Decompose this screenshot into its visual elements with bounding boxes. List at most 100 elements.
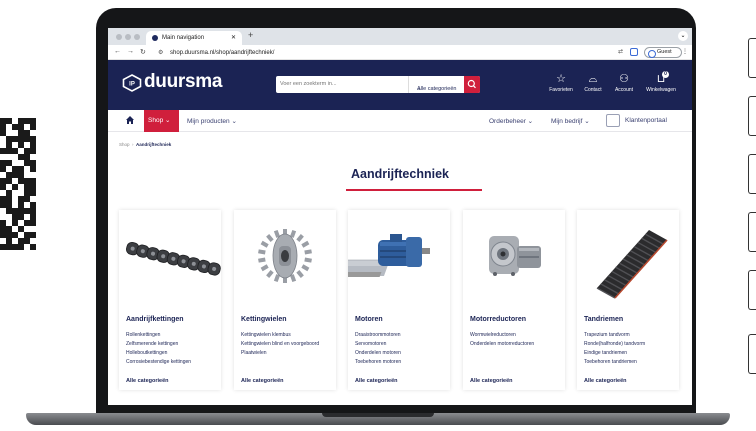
category-title[interactable]: Aandrijfkettingen	[126, 316, 184, 323]
search-input[interactable]	[280, 78, 400, 90]
tab-strip: Main navigation ✕ + ⌄	[108, 28, 692, 45]
url-text: shop.duursma.nl/shop/aandrijftechniek/	[170, 50, 275, 56]
stage: Main navigation ✕ + ⌄ ← → ↻ ⚙ shop.duursm…	[0, 0, 756, 431]
category-title[interactable]: Tandriemen	[584, 316, 623, 323]
new-tab-icon[interactable]: +	[248, 30, 253, 40]
site-info-icon[interactable]: ⚙	[158, 48, 164, 58]
category-link[interactable]: Toebehoren tandriemen	[584, 358, 676, 367]
category-link[interactable]: Servomotoren	[355, 340, 447, 349]
my-company-link[interactable]: Mijn bedrijf ⌄	[551, 117, 590, 125]
category-link[interactable]: Plaatwielen	[241, 349, 333, 358]
laptop-notch	[322, 413, 434, 417]
category-link[interactable]: Corrosiebestendige kettingen	[126, 358, 218, 367]
all-categories-link[interactable]: Alle categorieën	[584, 378, 627, 384]
cart-count-badge: 0	[662, 71, 669, 78]
logo-text[interactable]: duursma	[144, 71, 222, 93]
contact-button[interactable]: ⌓ Contact	[582, 73, 604, 93]
close-tab-icon[interactable]: ✕	[231, 34, 236, 41]
sprocket-image	[258, 229, 312, 283]
extension-icon[interactable]	[630, 47, 638, 56]
customer-portal-link[interactable]: Klantenportaal	[625, 117, 667, 124]
menu-icon[interactable]: ⋮	[682, 48, 688, 55]
category-title[interactable]: Motoren	[355, 316, 383, 323]
category-link[interactable]: Holleboutkettingen	[126, 349, 218, 358]
category-link[interactable]: Onderdelen motorreductoren	[470, 340, 562, 349]
cart-icon: ⊔ 0	[642, 71, 680, 85]
shop-label: Shop	[148, 117, 164, 124]
breadcrumb-current: Aandrijftechniek	[136, 142, 172, 147]
category-link[interactable]: Draaistroommotoren	[355, 331, 447, 340]
category-card-motoren[interactable]: Motoren Draaistroommotoren Servomotoren …	[348, 210, 450, 390]
all-categories-link[interactable]: Alle categorieën	[126, 378, 169, 384]
all-categories-link[interactable]: Alle categorieën	[470, 378, 513, 384]
portal-icon[interactable]	[606, 114, 620, 127]
my-products-link[interactable]: Mijn producten ⌄	[187, 117, 237, 125]
category-link[interactable]: Rollenkettingen	[126, 331, 218, 340]
search-category-select[interactable]: Alle categorieën ⌄	[408, 76, 462, 93]
side-box	[748, 334, 756, 374]
headset-icon: ⌓	[588, 73, 598, 85]
forward-icon[interactable]: →	[127, 48, 134, 55]
category-link[interactable]: Kettingwielen blind en voorgeboord	[241, 340, 333, 349]
svg-text:IP: IP	[129, 82, 135, 88]
contact-label: Contact	[584, 87, 602, 93]
my-company-label: Mijn bedrijf	[551, 118, 583, 125]
category-card-motorreductoren[interactable]: Motorreductoren Wormwielreductoren Onder…	[463, 210, 565, 390]
url-field[interactable]: ⚙ shop.duursma.nl/shop/aandrijftechniek/	[158, 48, 598, 58]
category-link[interactable]: Trapezium tandvorm	[584, 331, 676, 340]
search-category-label: Alle categorieën	[417, 86, 457, 92]
logo-icon[interactable]: IP	[122, 74, 142, 92]
title-underline	[346, 189, 482, 191]
cart-button[interactable]: ⊔ 0 Winkelwagen	[642, 71, 680, 93]
window-minimize-dot[interactable]	[125, 34, 131, 40]
shop-menu-button[interactable]: Shop ⌄	[144, 110, 179, 132]
category-title[interactable]: Kettingwielen	[241, 316, 287, 323]
category-card-tandriemen[interactable]: Tandriemen Trapezium tandvorm Ronde(half…	[577, 210, 679, 390]
order-management-label: Orderbeheer	[489, 118, 526, 125]
profile-button[interactable]: Guest	[644, 47, 682, 58]
account-label: Account	[614, 87, 634, 93]
category-title[interactable]: Motorreductoren	[470, 316, 526, 323]
account-button[interactable]: ⚇ Account	[612, 73, 636, 93]
qr-code	[0, 118, 36, 252]
order-management-link[interactable]: Orderbeheer ⌄	[489, 117, 533, 125]
tab-title: Main navigation	[162, 34, 205, 41]
breadcrumb: Shop › Aandrijftechniek	[119, 142, 172, 147]
cart-label: Winkelwagen	[646, 87, 676, 93]
category-link[interactable]: Onderdelen motoren	[355, 349, 447, 358]
breadcrumb-home[interactable]: Shop	[119, 142, 130, 147]
browser-tab[interactable]: Main navigation ✕	[146, 31, 242, 45]
home-icon[interactable]	[125, 115, 135, 125]
motor-image	[348, 234, 430, 277]
window-close-dot[interactable]	[116, 34, 122, 40]
favicon-icon	[152, 35, 158, 41]
search-button[interactable]	[464, 76, 480, 93]
all-categories-link[interactable]: Alle categorieën	[355, 378, 398, 384]
site-header: IP duursma Alle categorieën ⌄ ☆ Favoriet…	[108, 60, 692, 110]
category-link[interactable]: Wormwielreductoren	[470, 331, 562, 340]
category-link[interactable]: Ronde(halfronde) tandvorm	[584, 340, 676, 349]
category-card-aandrijfkettingen[interactable]: Aandrijfkettingen Rollenkettingen Zelfsm…	[119, 210, 221, 390]
star-icon: ☆	[556, 73, 566, 85]
address-bar: ← → ↻ ⚙ shop.duursma.nl/shop/aandrijftech…	[108, 45, 692, 60]
window-maximize-dot[interactable]	[134, 34, 140, 40]
all-categories-link[interactable]: Alle categorieën	[241, 378, 284, 384]
tab-search-icon[interactable]: ⌄	[678, 31, 688, 41]
favorites-button[interactable]: ☆ Favorieten	[548, 73, 574, 93]
profile-label: Guest	[657, 49, 672, 55]
search-icon	[467, 79, 476, 89]
search-box: Alle categorieën ⌄	[276, 76, 480, 93]
category-link[interactable]: Kettingwielen klembus	[241, 331, 333, 340]
side-box	[748, 270, 756, 310]
side-box	[748, 38, 756, 78]
chevron-down-icon: ⌄	[165, 117, 171, 124]
side-box	[748, 96, 756, 136]
category-link[interactable]: Toebehoren motoren	[355, 358, 447, 367]
favorites-label: Favorieten	[549, 87, 573, 93]
translate-icon[interactable]: ⇄	[618, 48, 623, 55]
category-card-kettingwielen[interactable]: Kettingwielen Kettingwielen klembus Kett…	[234, 210, 336, 390]
back-icon[interactable]: ←	[114, 48, 121, 55]
category-link[interactable]: Zelfsmerende kettingen	[126, 340, 218, 349]
category-link[interactable]: Eindige tandriemen	[584, 349, 676, 358]
reload-icon[interactable]: ↻	[140, 48, 146, 56]
